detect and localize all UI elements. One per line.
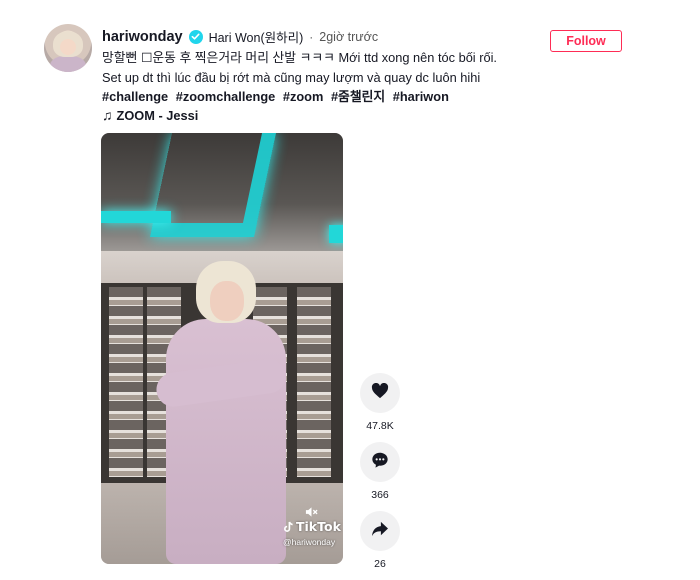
post-time: 2giờ trước (319, 29, 379, 44)
share-button[interactable] (360, 511, 400, 551)
video-frame-light (329, 225, 343, 243)
hashtag-link[interactable]: #줌챌린지 (331, 89, 385, 104)
nickname: Hari Won(원하리) (208, 31, 304, 45)
tiktok-embed-card: hariwonday Hari Won(원하리) · 2giờ trước Fo… (0, 0, 700, 577)
verified-badge-icon (188, 29, 203, 44)
comment-count: 366 (371, 489, 389, 501)
person-body (166, 319, 286, 564)
caption-line-1: 망할뻔 ☐운동 후 찍은거라 머리 산발 ㅋㅋㅋ Mới ttd xong nê… (102, 50, 497, 65)
avatar[interactable] (44, 24, 92, 72)
hashtag-list: #challenge #zoomchallenge #zoom #줌챌린지 #h… (102, 87, 542, 107)
mute-icon[interactable] (305, 506, 318, 521)
music-note-icon: ♫ (102, 107, 113, 123)
person-face (210, 281, 244, 321)
tiktok-brand: TikTok (296, 519, 341, 534)
like-count: 47.8K (366, 420, 394, 432)
tiktok-watermark: TikTok @hariwonday (283, 519, 341, 547)
shoe-shelf (109, 287, 143, 477)
like-button[interactable] (360, 373, 400, 413)
music-title: ZOOM - Jessi (116, 107, 199, 123)
caption-line-2: Set up dt thì lúc đầu bị rớt mà cũng may… (102, 69, 481, 85)
follow-button[interactable]: Follow (550, 30, 622, 52)
post-header: hariwonday Hari Won(원하리) · 2giờ trước (102, 27, 378, 46)
avatar-face (60, 39, 76, 55)
hashtag-link[interactable]: #challenge (102, 89, 168, 104)
hashtag-link[interactable]: #zoom (283, 89, 324, 104)
comment-icon (371, 451, 389, 474)
avatar-body (50, 56, 86, 72)
hashtag-link[interactable]: #zoomchallenge (176, 89, 276, 104)
separator-dot: · (309, 29, 314, 44)
video-frame-light (101, 211, 171, 223)
video-player[interactable]: TikTok @hariwonday (101, 133, 343, 564)
share-icon (371, 521, 389, 542)
caption: 망할뻔 ☐운동 후 찍은거라 머리 산발 ㅋㅋㅋ Mới ttd xong nê… (102, 48, 542, 107)
heart-icon (371, 382, 389, 404)
comment-button[interactable] (360, 442, 400, 482)
share-count: 26 (374, 558, 386, 570)
tiktok-logo-icon: TikTok (283, 519, 341, 534)
hashtag-link[interactable]: #hariwon (393, 89, 449, 104)
username-link[interactable]: hariwonday (102, 29, 183, 45)
shoe-shelf (297, 287, 331, 477)
action-bar: 47.8K 366 26 (359, 373, 401, 580)
video-frame-person (154, 261, 296, 564)
watermark-handle: @hariwonday (283, 537, 336, 547)
music-link[interactable]: ♫ ZOOM - Jessi (102, 107, 198, 123)
